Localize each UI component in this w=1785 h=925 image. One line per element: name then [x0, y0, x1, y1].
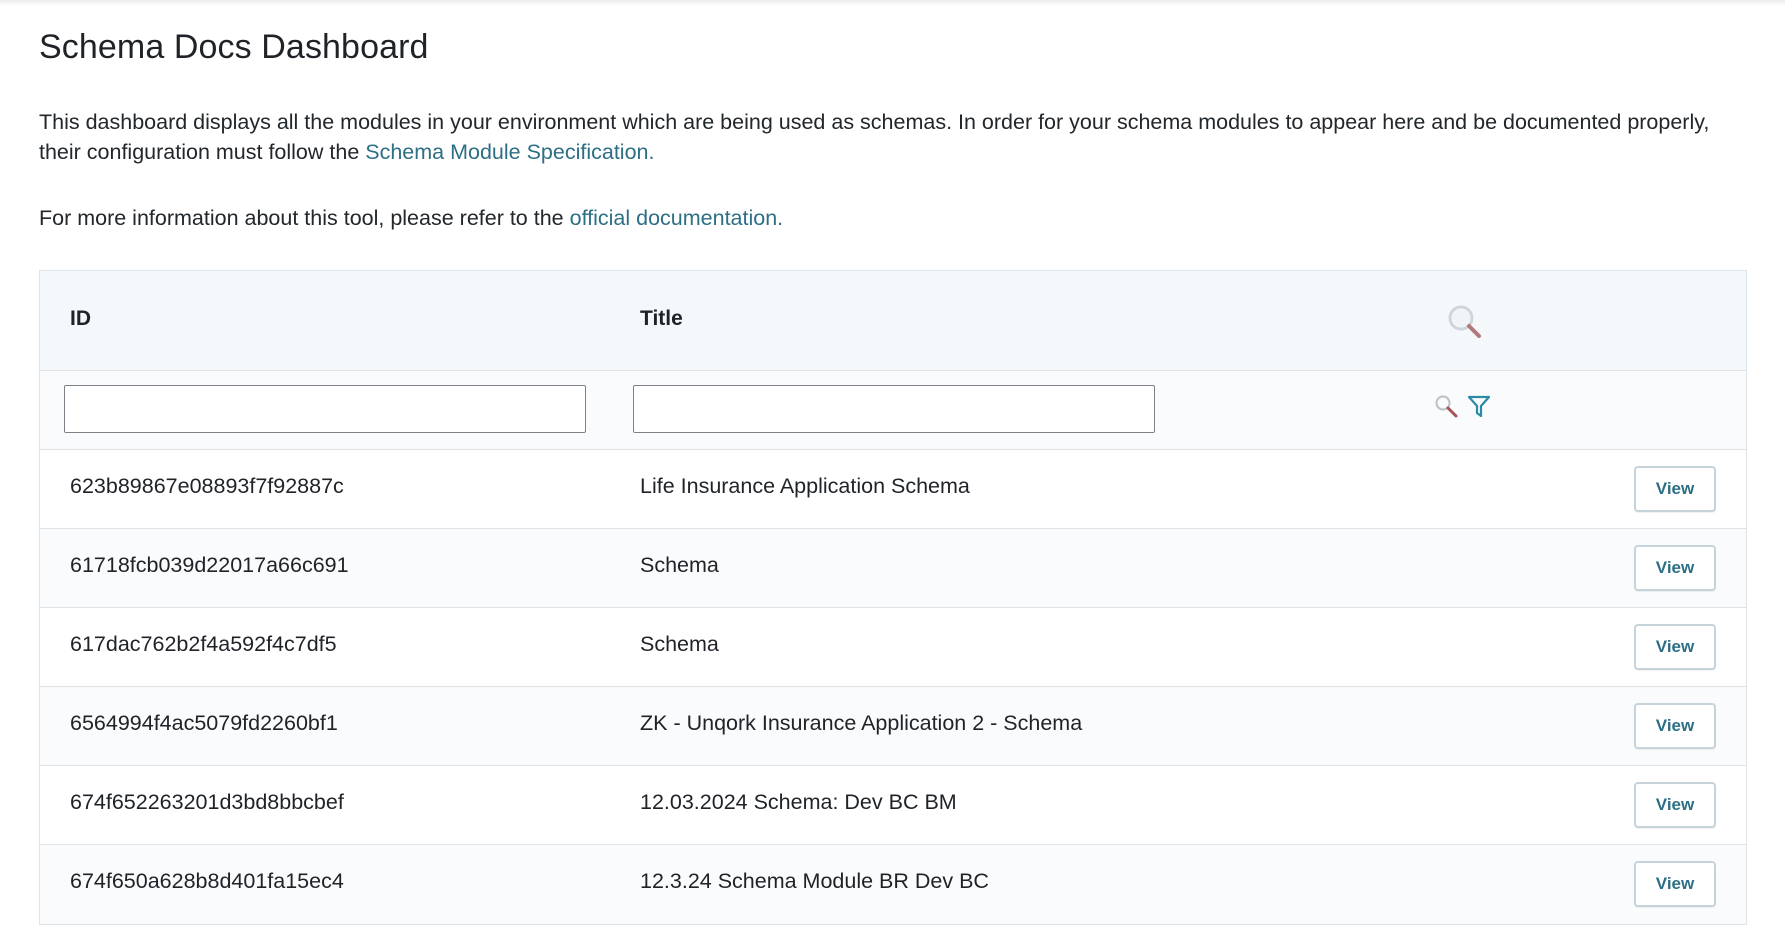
view-button[interactable]: View — [1634, 624, 1716, 670]
description-text: This dashboard displays all the modules … — [39, 110, 1710, 164]
row-id-cell: 61718fcb039d22017a66c691 — [70, 553, 349, 577]
view-button[interactable]: View — [1634, 703, 1716, 749]
table-body: 623b89867e08893f7f92887c Life Insurance … — [40, 450, 1746, 924]
row-id-cell: 617dac762b2f4a592f4c7df5 — [70, 632, 337, 656]
title-filter-input[interactable] — [633, 385, 1155, 433]
filter-icon[interactable] — [1467, 394, 1491, 425]
page-description: This dashboard displays all the modules … — [39, 107, 1739, 167]
official-docs-link[interactable]: official documentation. — [570, 206, 784, 230]
table-row: 617dac762b2f4a592f4c7df5 Schema View — [40, 608, 1746, 687]
view-button[interactable]: View — [1634, 545, 1716, 591]
table-header-row: ID Title — [40, 271, 1746, 371]
table-row: 674f652263201d3bd8bbcbef 12.03.2024 Sche… — [40, 766, 1746, 845]
schema-table: ID Title 623b89867e08893f7f92887c Life I… — [39, 270, 1747, 925]
row-title-cell: Schema — [640, 553, 719, 577]
row-title-cell: Life Insurance Application Schema — [640, 474, 970, 498]
view-button[interactable]: View — [1634, 466, 1716, 512]
schema-spec-link[interactable]: Schema Module Specification. — [365, 140, 654, 164]
search-icon[interactable] — [1444, 301, 1488, 345]
view-button[interactable]: View — [1634, 782, 1716, 828]
row-title-cell: 12.03.2024 Schema: Dev BC BM — [640, 790, 957, 814]
top-shadow — [0, 0, 1785, 6]
table-row: 6564994f4ac5079fd2260bf1 ZK - Unqork Ins… — [40, 687, 1746, 766]
column-header-title[interactable]: Title — [640, 307, 683, 331]
page-title: Schema Docs Dashboard — [39, 28, 429, 66]
info-description: For more information about this tool, pl… — [39, 203, 1739, 233]
table-row: 674f650a628b8d401fa15ec4 12.3.24 Schema … — [40, 845, 1746, 924]
row-id-cell: 623b89867e08893f7f92887c — [70, 474, 344, 498]
row-title-cell: 12.3.24 Schema Module BR Dev BC — [640, 869, 989, 893]
info-text: For more information about this tool, pl… — [39, 206, 570, 230]
row-id-cell: 674f650a628b8d401fa15ec4 — [70, 869, 344, 893]
view-button[interactable]: View — [1634, 861, 1716, 907]
row-title-cell: Schema — [640, 632, 719, 656]
table-filter-row — [40, 371, 1746, 450]
table-row: 61718fcb039d22017a66c691 Schema View — [40, 529, 1746, 608]
id-filter-input[interactable] — [64, 385, 586, 433]
filter-actions — [1433, 393, 1491, 426]
column-header-id[interactable]: ID — [70, 307, 91, 331]
filter-search-icon[interactable] — [1433, 393, 1461, 426]
row-id-cell: 674f652263201d3bd8bbcbef — [70, 790, 344, 814]
table-row: 623b89867e08893f7f92887c Life Insurance … — [40, 450, 1746, 529]
row-title-cell: ZK - Unqork Insurance Application 2 - Sc… — [640, 711, 1083, 735]
row-id-cell: 6564994f4ac5079fd2260bf1 — [70, 711, 338, 735]
